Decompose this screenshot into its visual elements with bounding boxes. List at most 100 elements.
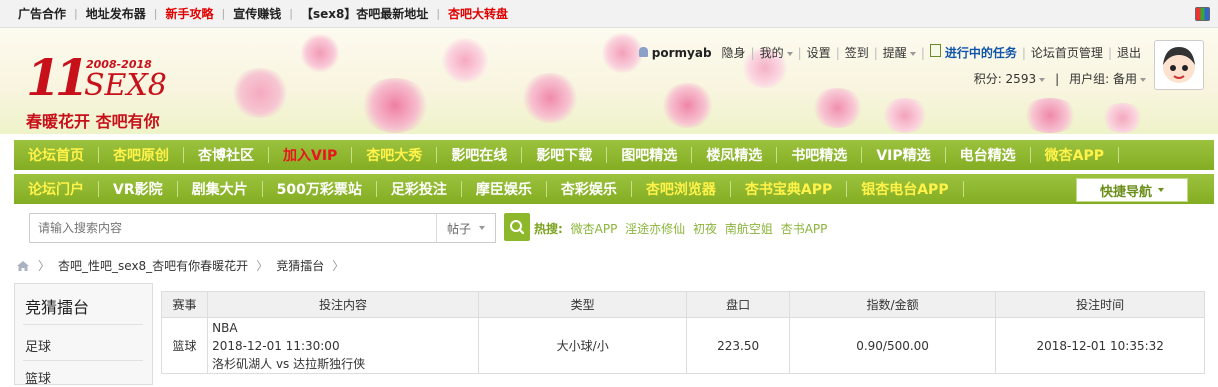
nav-radio[interactable]: 电台精选 [946,145,1030,165]
divider [962,181,964,197]
flower-decoration [1020,98,1080,133]
column-header: 投注时间 [995,291,1205,318]
nav-football-bet[interactable]: 足彩投注 [377,179,461,199]
remind-label: 提醒 [882,46,907,60]
mine-label: 我的 [759,46,784,60]
nav-community[interactable]: 杏博社区 [184,145,268,165]
logout-link[interactable]: 退出 [1112,44,1146,61]
hot-search-word[interactable]: 杏书APP [781,222,828,236]
nav-mochen[interactable]: 摩臣娱乐 [462,179,546,199]
top-link-promote[interactable]: 宣传赚钱 [225,5,289,22]
nav-forum-home[interactable]: 论坛首页 [14,145,98,165]
search-icon [510,220,525,235]
username-link[interactable]: pormyab [634,46,717,60]
top-link-ads[interactable]: 广告合作 [10,5,74,22]
top-link-newbie-guide[interactable]: 新手攻略 [157,5,221,22]
nav-book-app[interactable]: 杏书宝典APP [731,179,846,199]
table-row: 篮球 NBA 2018-12-01 11:30:00 洛杉矶湖人 vs 达拉斯独… [160,317,1205,374]
avatar[interactable] [1154,40,1204,90]
sidebar-item-football[interactable]: 足球 [25,336,51,355]
logo-brand: SEX8 [84,68,167,103]
nav-show[interactable]: 杏吧大秀 [352,145,436,165]
quick-nav-button[interactable]: 快捷导航 [1076,178,1188,202]
breadcrumb-current[interactable]: 竞猜擂台 [276,257,324,274]
bet-match-time: 2018-12-01 11:30:00 [212,338,340,353]
chevron-right-icon: 〉 [332,259,345,273]
nav-original[interactable]: 杏吧原创 [99,145,183,165]
hot-searches: 热搜: 微杏APP 淫途亦修仙 初夜 南航空姐 杏书APP [534,220,827,237]
stealth-link[interactable]: 隐身 [717,44,751,61]
nav-video-download[interactable]: 影吧下载 [522,145,606,165]
nav-vr-cinema[interactable]: VR影院 [99,179,177,199]
checkin-link[interactable]: 签到 [840,44,874,61]
secondary-nav: 论坛门户 VR影院 剧集大片 500万彩票站 足彩投注 摩臣娱乐 杏彩娱乐 杏吧… [14,174,1214,204]
nav-books[interactable]: 书吧精选 [777,145,861,165]
header-banner: 11 2008-2018 SEX8 春暖花开 杏吧有你 pormyab 隐身 |… [0,28,1218,134]
nav-lottery[interactable]: 500万彩票站 [263,179,376,199]
logo-slogan: 春暖花开 杏吧有你 [26,112,160,131]
search-input[interactable] [30,214,430,242]
search-type-select[interactable]: 帖子 [436,214,495,242]
hot-search-word[interactable]: 南航空姐 [725,222,773,236]
tasks-link[interactable]: 进行中的任务 [925,44,1022,61]
column-header: 赛事 [160,291,209,318]
logo-number: 11 [26,48,90,107]
nav-loufeng[interactable]: 楼凤精选 [692,145,776,165]
top-link-latest-address[interactable]: 【sex8】杏吧最新地址 [293,5,436,22]
search-type-label: 帖子 [446,221,471,236]
search-button[interactable] [504,213,530,241]
nav-vip-picks[interactable]: VIP精选 [862,145,944,165]
cell-bet-time: 2018-12-01 10:35:32 [995,317,1205,374]
chevron-down-icon [1158,188,1164,192]
table-header-row: 赛事 投注内容 类型 盘口 指数/金额 投注时间 [160,291,1205,318]
user-toolbar: pormyab 隐身 | 我的 | 设置 | 签到 | 提醒 | 进行中的任务 … [634,44,1146,61]
sidebar: 竞猜擂台 足球 篮球 [14,283,153,387]
cell-type: 大小球/小 [477,317,688,374]
nav-browser[interactable]: 杏吧浏览器 [632,179,730,199]
breadcrumb-site[interactable]: 杏吧_性吧_sex8_杏吧有你春暖花开 [58,257,248,274]
quick-nav-label: 快捷导航 [1099,184,1152,200]
group-label: 用户组: 备用 [1069,72,1137,86]
flower-decoration [520,73,580,123]
nav-portal[interactable]: 论坛门户 [14,179,98,199]
task-icon [929,44,941,57]
settings-link[interactable]: 设置 [802,44,836,61]
hot-search-word[interactable]: 淫途亦修仙 [625,222,685,236]
forum-admin-link[interactable]: 论坛首页管理 [1026,44,1108,61]
mine-menu[interactable]: 我的 [755,44,798,61]
main-nav: 论坛首页 杏吧原创 杏博社区 加入VIP 杏吧大秀 影吧在线 影吧下载 图吧精选… [14,140,1214,170]
color-palette-icon[interactable] [1195,7,1210,21]
chevron-down-icon [909,51,916,56]
cell-handicap: 223.50 [686,317,790,374]
bet-teams: 洛杉矶湖人 vs 达拉斯独行侠 [212,356,366,371]
home-icon[interactable] [16,260,30,272]
nav-video-online[interactable]: 影吧在线 [437,145,521,165]
group-menu[interactable]: 用户组: 备用 [1069,70,1146,87]
top-link-wheel[interactable]: 杏吧大转盘 [440,5,516,22]
flower-decoration [300,33,340,73]
hot-search-word[interactable]: 微杏APP [571,222,618,236]
column-header: 投注内容 [207,291,479,318]
avatar-face-icon [1163,47,1195,83]
column-header: 盘口 [686,291,790,318]
separator: | [1055,71,1060,86]
hot-search-word[interactable]: 初夜 [693,222,717,236]
nav-radio-app[interactable]: 银杏电台APP [847,179,962,199]
flower-decoration [1100,103,1145,133]
cell-event: 篮球 [160,317,209,374]
sidebar-item-basketball[interactable]: 篮球 [25,368,51,387]
top-links: 广告合作 | 地址发布器 | 新手攻略 | 宣传赚钱 | 【sex8】杏吧最新地… [10,0,516,27]
nav-xingcai[interactable]: 杏彩娱乐 [547,179,631,199]
remind-menu[interactable]: 提醒 [878,44,921,61]
points-menu[interactable]: 积分: 2593 [974,70,1046,87]
nav-join-vip[interactable]: 加入VIP [269,145,351,165]
nav-series[interactable]: 剧集大片 [178,179,262,199]
sidebar-title: 竞猜擂台 [25,298,90,317]
nav-weixing-app[interactable]: 微杏APP [1031,145,1118,165]
divider [23,360,143,361]
nav-pictures[interactable]: 图吧精选 [607,145,691,165]
divider [1117,147,1119,163]
user-icon [638,46,648,57]
site-logo[interactable]: 11 2008-2018 SEX8 春暖花开 杏吧有你 [26,46,196,131]
top-link-address-publisher[interactable]: 地址发布器 [78,5,154,22]
